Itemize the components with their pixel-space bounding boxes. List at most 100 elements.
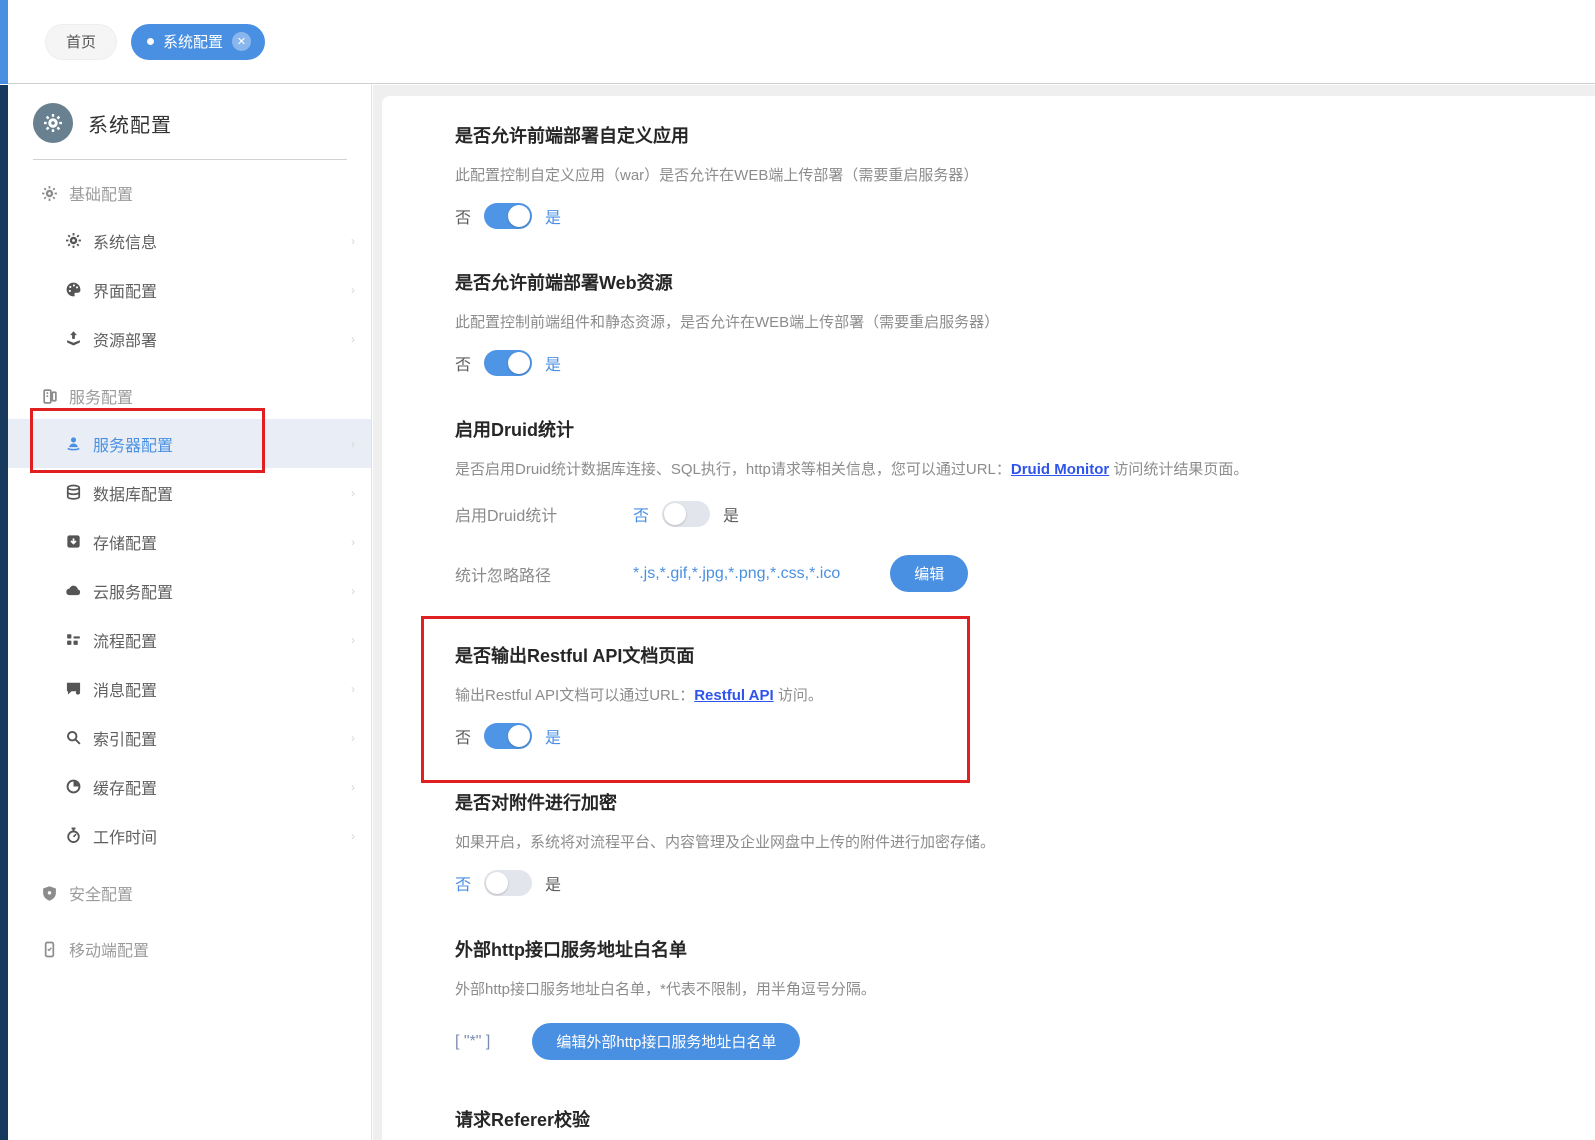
restful-api-link[interactable]: Restful API	[694, 687, 773, 704]
setting-title: 是否输出Restful API文档页面	[455, 646, 695, 666]
tab-system-config-label: 系统配置	[163, 34, 224, 51]
tab-bar: 首页 系统配置 ✕	[0, 0, 1595, 84]
chevron-right-icon: ›	[351, 485, 355, 500]
restful-toggle[interactable]	[484, 723, 533, 749]
toggle-no-label: 否	[455, 730, 472, 747]
chevron-right-icon: ›	[351, 331, 355, 346]
page: 首页 系统配置 ✕ 系统配置 基础配置 系统信息 › 界面配置 › 资源部署 ›…	[0, 0, 1595, 1140]
toggle-knob	[486, 872, 509, 894]
sidebar-item-system-info[interactable]: 系统信息 ›	[8, 216, 371, 265]
sidebar-group-security[interactable]: 安全配置	[8, 870, 371, 916]
chevron-right-icon: ›	[351, 681, 355, 696]
sidebar-item-server-config[interactable]: 服务器配置 ›	[8, 408, 371, 473]
toggle-knob	[508, 725, 531, 747]
active-tab-dot	[147, 38, 155, 45]
sidebar-item-message-config[interactable]: 消息配置 ›	[8, 664, 371, 713]
sidebar-item-cloud-config[interactable]: 云服务配置 ›	[8, 566, 371, 615]
toggle-no-label: 否	[455, 877, 472, 894]
tab-home-label: 首页	[66, 34, 97, 51]
sidebar-item-ui-config[interactable]: 界面配置 ›	[8, 265, 371, 314]
corner-accent-stripe	[0, 0, 8, 84]
tab-system-config[interactable]: 系统配置 ✕	[131, 23, 266, 60]
sidebar-nav: 基础配置 系统信息 › 界面配置 › 资源部署 › 服务配置 服务器配置 › 数…	[8, 170, 371, 972]
chevron-right-icon: ›	[351, 534, 355, 549]
edit-ignore-path-button[interactable]: 编辑	[890, 555, 969, 592]
item-label: 界面配置	[93, 283, 158, 301]
deploy-upload-icon	[65, 330, 82, 347]
sidebar-group-basic[interactable]: 基础配置	[8, 170, 371, 216]
setting-title: 是否对附件进行加密	[455, 793, 617, 813]
setting-title: 是否允许前端部署Web资源	[455, 273, 673, 293]
deploy-app-toggle[interactable]	[484, 203, 533, 229]
toggle-yes-label: 是	[723, 508, 740, 525]
item-label: 服务器配置	[93, 437, 174, 455]
sidebar-header: 系统配置	[8, 85, 371, 147]
group-label: 移动端配置	[69, 943, 150, 960]
database-icon	[65, 484, 82, 501]
chevron-right-icon: ›	[351, 436, 355, 451]
setting-restful: 是否输出Restful API文档页面 输出Restful API文档可以通过U…	[421, 616, 1565, 783]
druid-monitor-link[interactable]: Druid Monitor	[1011, 461, 1109, 478]
item-label: 消息配置	[93, 682, 158, 700]
tab-close-icon[interactable]: ✕	[232, 32, 252, 51]
druid-toggle-label: 启用Druid统计	[455, 508, 558, 525]
sidebar-item-resource-deploy[interactable]: 资源部署 ›	[8, 314, 371, 363]
setting-encrypt: 是否对附件进行加密 如果开启，系统将对流程平台、内容管理及企业网盘中上传的附件进…	[455, 789, 1565, 896]
toggle-no-label: 否	[633, 508, 650, 525]
whitelist-row: [ "*" ] 编辑外部http接口服务地址白名单	[455, 1023, 1565, 1060]
setting-title: 是否允许前端部署自定义应用	[455, 126, 689, 146]
cloud-icon	[65, 582, 82, 599]
setting-desc: 如果开启，系统将对流程平台、内容管理及企业网盘中上传的附件进行加密存储。	[455, 834, 996, 851]
toggle-row: 否 是	[455, 870, 1565, 896]
setting-desc: 是否启用Druid统计数据库连接、SQL执行，http请求等相关信息，您可以通过…	[455, 461, 1249, 478]
system-config-logo-icon	[33, 103, 73, 143]
setting-desc: 输出Restful API文档可以通过URL：Restful API 访问。	[455, 687, 823, 704]
toggle-knob	[664, 503, 687, 525]
sidebar-group-mobile[interactable]: 移动端配置	[8, 926, 371, 972]
druid-ignore-row: 统计忽略路径 *.js,*.gif,*.jpg,*.png,*.css,*.ic…	[455, 555, 1565, 592]
open-tabs: 首页 系统配置 ✕	[45, 23, 266, 60]
sidebar-item-cache-config[interactable]: 缓存配置 ›	[8, 762, 371, 811]
encrypt-toggle[interactable]	[484, 870, 533, 896]
deploy-web-toggle[interactable]	[484, 350, 533, 376]
ignore-path-value: *.js,*.gif,*.jpg,*.png,*.css,*.ico	[633, 564, 841, 582]
settings-panel: 是否允许前端部署自定义应用 此配置控制自定义应用（war）是否允许在WEB端上传…	[382, 96, 1595, 1140]
toggle-knob	[508, 352, 531, 374]
setting-desc: 此配置控制自定义应用（war）是否允许在WEB端上传部署（需要重启服务器）	[455, 167, 979, 184]
sidebar-group-service[interactable]: 服务配置	[8, 373, 371, 419]
item-label: 工作时间	[93, 829, 158, 847]
gear-icon	[41, 185, 58, 202]
edit-whitelist-button[interactable]: 编辑外部http接口服务地址白名单	[532, 1023, 801, 1060]
item-label: 资源部署	[93, 332, 158, 350]
sidebar: 系统配置 基础配置 系统信息 › 界面配置 › 资源部署 › 服务配置 服务器配…	[8, 85, 372, 1140]
toggle-row: 否 是	[455, 723, 1565, 749]
sidebar-item-work-time[interactable]: 工作时间 ›	[8, 811, 371, 860]
sidebar-item-index-config[interactable]: 索引配置 ›	[8, 713, 371, 762]
sidebar-item-database-config[interactable]: 数据库配置 ›	[8, 468, 371, 517]
chevron-right-icon: ›	[351, 828, 355, 843]
sidebar-item-storage-config[interactable]: 存储配置 ›	[8, 517, 371, 566]
sidebar-item-workflow-config[interactable]: 流程配置 ›	[8, 615, 371, 664]
item-label: 存储配置	[93, 535, 158, 553]
druid-toggle[interactable]	[662, 501, 711, 527]
palette-icon	[65, 281, 82, 298]
group-label: 安全配置	[69, 887, 134, 904]
tab-home[interactable]: 首页	[45, 23, 118, 60]
sidebar-divider	[33, 159, 347, 160]
toggle-no-label: 否	[455, 210, 472, 227]
item-label: 缓存配置	[93, 780, 158, 798]
item-label: 云服务配置	[93, 584, 174, 602]
setting-deploy-web: 是否允许前端部署Web资源 此配置控制前端组件和静态资源，是否允许在WEB端上传…	[455, 269, 1565, 376]
toggle-yes-label: 是	[545, 210, 562, 227]
chevron-right-icon: ›	[351, 233, 355, 248]
item-label: 索引配置	[93, 731, 158, 749]
chevron-right-icon: ›	[351, 583, 355, 598]
item-label: 流程配置	[93, 633, 158, 651]
item-label: 系统信息	[93, 234, 158, 252]
whitelist-value: [ "*" ]	[455, 1032, 491, 1050]
chevron-right-icon: ›	[351, 282, 355, 297]
chevron-right-icon: ›	[351, 779, 355, 794]
setting-desc: 外部http接口服务地址白名单，*代表不限制，用半角逗号分隔。	[455, 981, 876, 998]
toggle-row: 否 是	[455, 350, 1565, 376]
group-label: 服务配置	[69, 390, 134, 407]
